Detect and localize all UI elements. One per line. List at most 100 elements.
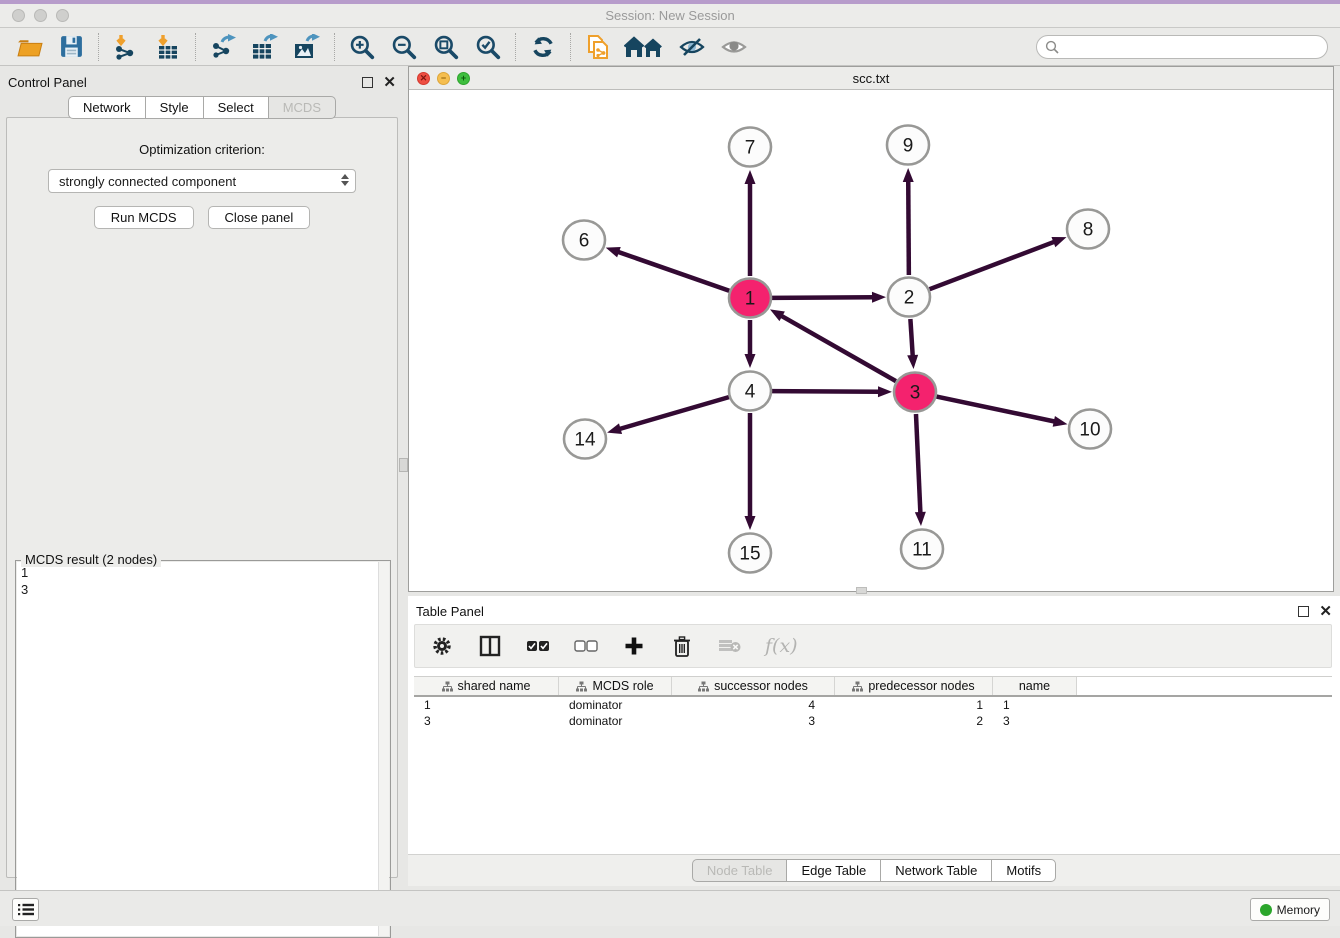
graph-node-label-14: 14 [574,430,596,451]
float-table-panel-icon[interactable] [1298,606,1309,617]
memory-label: Memory [1277,903,1320,917]
table-row[interactable]: 3 dominator 3 2 3 [414,713,1332,729]
graph-node-label-9: 9 [903,136,914,157]
graph-edge-1-6[interactable] [617,252,729,291]
column-label: successor nodes [714,679,808,693]
graph-edge-4-14[interactable] [619,397,729,429]
column-header-shared-name[interactable]: shared name [414,677,559,695]
graph-edge-arrowhead [745,516,756,530]
tab-edge-table[interactable]: Edge Table [786,859,880,882]
criterion-dropdown-value: strongly connected component [59,174,236,189]
status-bar: Memory [0,890,1340,926]
graph-edge-1-2[interactable] [772,297,874,298]
node-table: shared name MCDS role successor nodes pr… [414,676,1332,854]
memory-button[interactable]: Memory [1250,898,1330,921]
cell-mcds-role[interactable]: dominator [559,698,672,712]
column-header-mcds-role[interactable]: MCDS role [559,677,672,695]
run-mcds-button[interactable]: Run MCDS [94,206,194,229]
network-resize-grip[interactable] [856,587,867,594]
float-panel-icon[interactable] [362,77,373,88]
network-graph[interactable]: 7968124314101511 [409,90,1333,591]
result-scrollbar[interactable] [378,562,389,936]
export-image-button[interactable] [290,32,324,62]
import-table-icon [155,34,181,60]
zoom-in-button[interactable] [345,32,379,62]
tab-network[interactable]: Network [68,96,145,119]
hierarchy-icon [442,681,453,692]
graph-edge-arrowhead [1051,237,1066,247]
column-header-predecessor-nodes[interactable]: predecessor nodes [835,677,993,695]
graph-edge-2-9[interactable] [908,180,909,275]
search-input[interactable] [1064,40,1327,54]
select-all-columns-button[interactable] [525,633,551,659]
cell-successor-nodes[interactable]: 4 [672,698,835,712]
criterion-dropdown[interactable]: strongly connected component [48,169,356,193]
mcds-result-text[interactable]: 1 3 [17,562,378,936]
cell-shared-name[interactable]: 1 [414,698,559,712]
zoom-out-button[interactable] [387,32,421,62]
graph-node-label-3: 3 [910,383,921,404]
mcds-result-frame: 1 3 [15,560,391,938]
table-row[interactable]: 1 dominator 4 1 1 [414,697,1332,713]
cell-predecessor-nodes[interactable]: 2 [835,714,993,728]
open-network-file-button[interactable] [581,32,615,62]
panel-divider-grip[interactable] [399,458,408,472]
add-column-button[interactable] [621,633,647,659]
cell-name[interactable]: 3 [993,714,1077,728]
close-table-panel-icon[interactable]: ✕ [1319,606,1332,617]
cell-predecessor-nodes[interactable]: 1 [835,698,993,712]
graph-edge-arrowhead [745,354,756,368]
refresh-view-button[interactable] [526,32,560,62]
function-builder-button: f(x) [765,635,798,657]
export-table-button[interactable] [248,32,282,62]
graph-edge-3-10[interactable] [937,397,1056,422]
cell-mcds-role[interactable]: dominator [559,714,672,728]
search-box[interactable] [1036,35,1328,59]
hide-selected-button[interactable] [675,32,709,62]
tab-select[interactable]: Select [203,96,268,119]
cell-shared-name[interactable]: 3 [414,714,559,728]
import-network-button[interactable] [109,32,143,62]
delete-column-button[interactable] [669,633,695,659]
graph-edge-2-8[interactable] [930,241,1056,289]
column-header-name[interactable]: name [993,677,1077,695]
graph-edge-2-3[interactable] [910,319,912,357]
control-panel: Control Panel ✕ Network Style Select MCD… [0,66,404,890]
close-panel-button[interactable]: Close panel [208,206,311,229]
graph-edge-3-1[interactable] [780,315,895,381]
task-history-button[interactable] [12,898,39,921]
table-toolbar: f(x) [414,624,1332,668]
home-layout-button[interactable] [623,32,667,62]
graph-node-label-15: 15 [739,544,760,565]
close-panel-icon[interactable]: ✕ [383,77,396,88]
toolbar-separator [334,33,335,61]
show-column-panel-button[interactable] [477,633,503,659]
show-all-button[interactable] [717,32,751,62]
graph-edge-4-3[interactable] [772,391,880,392]
open-session-button[interactable] [12,32,46,62]
tab-style[interactable]: Style [145,96,203,119]
tab-node-table[interactable]: Node Table [692,859,787,882]
hierarchy-icon [852,681,863,692]
cell-successor-nodes[interactable]: 3 [672,714,835,728]
column-header-successor-nodes[interactable]: successor nodes [672,677,835,695]
export-network-button[interactable] [206,32,240,62]
network-window-titlebar[interactable]: ✕ − + scc.txt [409,67,1333,90]
save-session-button[interactable] [54,32,88,62]
tab-motifs[interactable]: Motifs [991,859,1056,882]
cell-name[interactable]: 1 [993,698,1077,712]
hierarchy-icon [698,681,709,692]
open-folder-icon [16,34,43,59]
graph-node-label-1: 1 [745,289,756,310]
table-settings-button[interactable] [429,633,455,659]
eye-icon [720,35,748,59]
tab-mcds[interactable]: MCDS [268,96,336,119]
table-tabs-strip: Node Table Edge Table Network Table Moti… [408,854,1340,886]
zoom-fit-button[interactable] [429,32,463,62]
graph-edge-3-11[interactable] [916,414,920,514]
zoom-selected-button[interactable] [471,32,505,62]
network-canvas[interactable]: 7968124314101511 [409,90,1333,591]
import-table-button[interactable] [151,32,185,62]
tab-network-table[interactable]: Network Table [880,859,991,882]
deselect-all-columns-button[interactable] [573,633,599,659]
